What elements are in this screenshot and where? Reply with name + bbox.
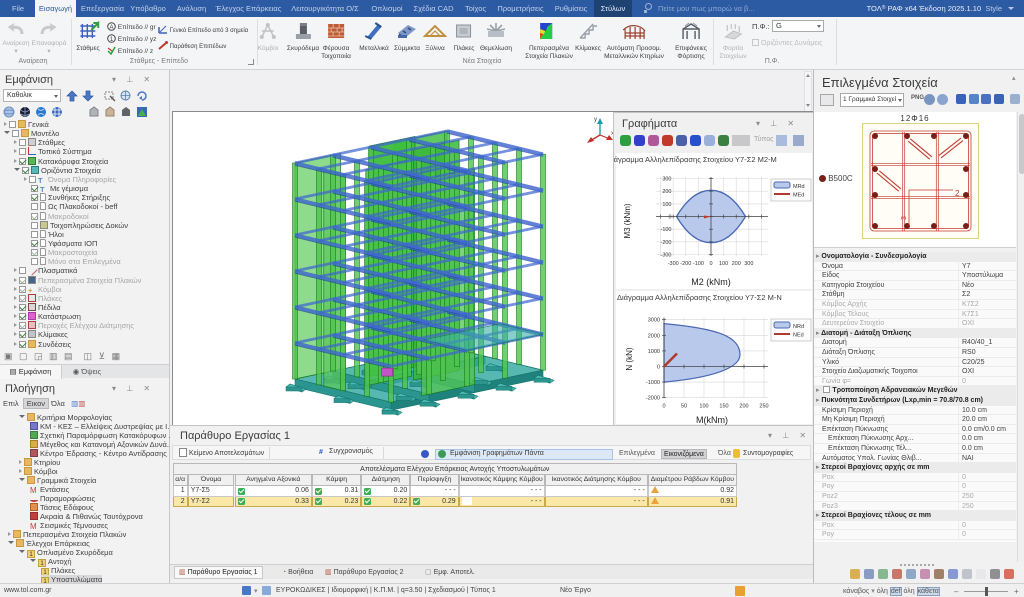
svg-text:200: 200 <box>739 404 748 410</box>
svg-text:NRd: NRd <box>793 324 804 330</box>
svg-text:0: 0 <box>709 261 712 267</box>
svg-text:-100: -100 <box>660 227 671 233</box>
svg-text:M3 (kNm): M3 (kNm) <box>623 203 632 238</box>
svg-text:-300: -300 <box>660 253 671 259</box>
svg-text:-2000: -2000 <box>646 396 660 402</box>
svg-text:200: 200 <box>662 189 671 195</box>
svg-text:-200: -200 <box>660 240 671 246</box>
svg-text:100: 100 <box>662 202 671 208</box>
svg-text:1000: 1000 <box>648 349 660 355</box>
svg-text:M(kNm): M(kNm) <box>696 415 728 425</box>
svg-text:A: A <box>109 25 113 31</box>
svg-text:N (kN): N (kN) <box>625 347 634 370</box>
svg-text:y: y <box>594 117 597 123</box>
svg-text:0: 0 <box>657 365 660 371</box>
svg-text:M2 (kNm): M2 (kNm) <box>691 277 731 287</box>
svg-text:-300: -300 <box>668 261 679 267</box>
svg-text:-100: -100 <box>693 261 704 267</box>
svg-text:50: 50 <box>681 404 687 410</box>
svg-text:100: 100 <box>719 261 728 267</box>
svg-text:3000: 3000 <box>648 318 660 324</box>
svg-text:300: 300 <box>662 177 671 183</box>
svg-text:2: 2 <box>955 189 960 198</box>
svg-text:250: 250 <box>759 404 768 410</box>
svg-text:0: 0 <box>668 215 671 221</box>
svg-text:MEd: MEd <box>793 193 804 199</box>
svg-text:0: 0 <box>662 404 665 410</box>
svg-text:300: 300 <box>744 261 753 267</box>
svg-text:200: 200 <box>732 261 741 267</box>
svg-text:-200: -200 <box>680 261 691 267</box>
svg-text:150: 150 <box>719 404 728 410</box>
svg-text:3: 3 <box>901 216 908 220</box>
svg-text:2000: 2000 <box>648 333 660 339</box>
svg-text:100: 100 <box>699 404 708 410</box>
svg-text:NEd: NEd <box>793 333 804 339</box>
svg-text:MRd: MRd <box>793 184 805 190</box>
svg-text:-1000: -1000 <box>646 380 660 386</box>
